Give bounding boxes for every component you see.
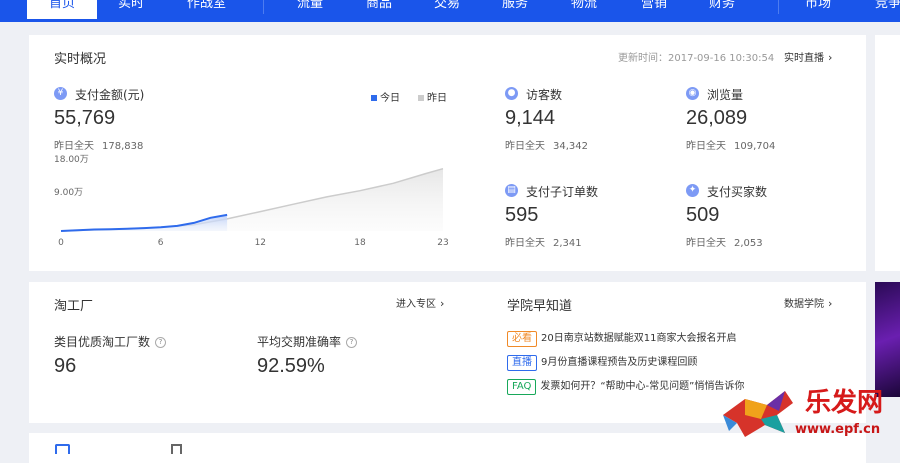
pay-amount-chart: 9.00万 18.00万 0 6 12 18 23 bbox=[54, 155, 449, 248]
pageviews-yesterday: 昨日全天 109,704 bbox=[686, 137, 775, 152]
yesterday-label: 昨日全天 bbox=[686, 238, 726, 249]
legend-label: 昨日 bbox=[427, 93, 447, 104]
pageviews-value: 26,089 bbox=[686, 107, 748, 129]
side-card bbox=[875, 35, 900, 271]
help-icon[interactable]: ? bbox=[155, 337, 167, 348]
delivery-accuracy-label: 平均交期准确率? bbox=[257, 333, 358, 350]
x-tick-label: 0 bbox=[58, 238, 64, 248]
buyers-icon: ✦ bbox=[686, 184, 699, 197]
realtime-title: 实时概况 bbox=[54, 52, 107, 67]
news-item[interactable]: FAQ 发票如何开？“帮助中心-常见问题”悄悄告诉你 bbox=[507, 377, 745, 395]
yesterday-value: 2,341 bbox=[553, 238, 582, 249]
live-link-label: 实时直播 bbox=[784, 53, 824, 64]
watermark-url: www.epf.cn bbox=[795, 422, 881, 437]
delivery-accuracy-label-text: 平均交期准确率 bbox=[257, 335, 342, 349]
chevron-right-icon: › bbox=[828, 297, 833, 310]
buyers-value: 509 bbox=[686, 204, 720, 226]
x-tick-label: 18 bbox=[354, 238, 366, 248]
nav-tab-logistics[interactable]: 物流 bbox=[571, 0, 597, 19]
nav-tab-realtime[interactable]: 实时 bbox=[118, 0, 144, 19]
sub-orders-label: 支付子订单数 bbox=[526, 185, 599, 199]
series-area-yesterday bbox=[61, 168, 443, 231]
news-tag: 直播 bbox=[507, 355, 537, 371]
news-tag: 必看 bbox=[507, 331, 537, 347]
nav-tab-traffic[interactable]: 流量 bbox=[297, 0, 323, 19]
delivery-accuracy-value: 92.59% bbox=[257, 355, 325, 377]
factory-enter-link[interactable]: 进入专区 › bbox=[396, 295, 444, 310]
update-time: 更新时间：2017-09-16 10:30:54 bbox=[618, 53, 775, 64]
nav-separator bbox=[778, 0, 779, 14]
legend-swatch bbox=[418, 95, 424, 101]
factory-count-label: 类目优质淘工厂数? bbox=[54, 333, 167, 350]
factory-link-label: 进入专区 bbox=[396, 299, 436, 310]
factory-count-value: 96 bbox=[54, 355, 77, 377]
x-tick-label: 6 bbox=[158, 238, 164, 248]
nav-tab-market[interactable]: 市场 bbox=[805, 0, 831, 19]
visitors-value: 9,144 bbox=[505, 107, 556, 129]
help-icon[interactable]: ? bbox=[346, 337, 358, 348]
bottom-tab-icon bbox=[171, 444, 182, 454]
yesterday-label: 昨日全天 bbox=[505, 238, 545, 249]
buyers-label: 支付买家数 bbox=[707, 185, 768, 199]
nav-tab-service[interactable]: 服务 bbox=[502, 0, 528, 19]
bottom-tab-icon bbox=[55, 444, 70, 454]
nav-tab-war-room[interactable]: 作战室 bbox=[187, 0, 226, 19]
yuan-icon: ¥ bbox=[54, 87, 67, 100]
visitors-yesterday: 昨日全天 34,342 bbox=[505, 137, 588, 152]
legend-yesterday[interactable]: 昨日 bbox=[418, 89, 447, 104]
nav-tab-home[interactable]: 首页 bbox=[27, 0, 97, 19]
nav-tab-finance[interactable]: 财务 bbox=[709, 0, 735, 19]
factory-title: 淘工厂 bbox=[54, 299, 94, 314]
sub-orders-yesterday: 昨日全天 2,341 bbox=[505, 234, 582, 249]
nav-separator bbox=[263, 0, 264, 14]
academy-title: 学院早知道 bbox=[507, 299, 573, 314]
nav-tab-marketing[interactable]: 营销 bbox=[641, 0, 667, 19]
visitors-label: 访客数 bbox=[526, 88, 563, 102]
nav-tab-label: 首页 bbox=[48, 0, 75, 11]
pay-amount-yesterday: 昨日全天 178,838 bbox=[54, 137, 143, 152]
order-icon: ▤ bbox=[505, 184, 518, 197]
academy-link-label: 数据学院 bbox=[784, 299, 824, 310]
news-text: 20日南京站数据赋能双11商家大会报名开启 bbox=[541, 333, 737, 344]
y-tick-label: 18.00万 bbox=[54, 155, 89, 165]
news-item[interactable]: 必看 20日南京站数据赋能双11商家大会报名开启 bbox=[507, 329, 737, 347]
news-item[interactable]: 直播 9月份直播课程预告及历史课程回顾 bbox=[507, 353, 698, 371]
factory-count-label-text: 类目优质淘工厂数 bbox=[54, 335, 151, 349]
news-text: 发票如何开？“帮助中心-常见问题”悄悄告诉你 bbox=[540, 381, 745, 392]
nav-tab-competition[interactable]: 竞争 bbox=[875, 0, 900, 19]
x-tick-label: 12 bbox=[255, 238, 266, 248]
chevron-right-icon: › bbox=[440, 297, 445, 310]
realtime-overview-card: 实时概况 更新时间：2017-09-16 10:30:54 实时直播 › ¥ 支付… bbox=[29, 35, 866, 271]
yesterday-label: 昨日全天 bbox=[505, 141, 545, 152]
x-tick-label: 23 bbox=[437, 238, 448, 248]
news-text: 9月份直播课程预告及历史课程回顾 bbox=[541, 357, 698, 368]
legend-swatch bbox=[371, 95, 377, 101]
eye-icon: ◉ bbox=[686, 87, 699, 100]
y-tick-label: 9.00万 bbox=[54, 188, 83, 198]
live-link[interactable]: 实时直播 › bbox=[784, 49, 832, 64]
pay-amount-value: 55,769 bbox=[54, 107, 116, 129]
watermark-brand: 乐发网 bbox=[805, 388, 884, 418]
buyers-yesterday: 昨日全天 2,053 bbox=[686, 234, 763, 249]
pay-amount-label: 支付金额(元) bbox=[75, 88, 145, 102]
yesterday-value: 2,053 bbox=[734, 238, 763, 249]
sub-orders-value: 595 bbox=[505, 204, 539, 226]
nav-tab-goods[interactable]: 商品 bbox=[366, 0, 392, 19]
legend-today[interactable]: 今日 bbox=[371, 89, 400, 104]
news-tag: FAQ bbox=[507, 379, 537, 395]
legend-label: 今日 bbox=[380, 93, 400, 104]
pageviews-label: 浏览量 bbox=[707, 88, 744, 102]
chevron-right-icon: › bbox=[828, 51, 833, 64]
watermark-logo bbox=[723, 391, 793, 437]
nav-tab-trade[interactable]: 交易 bbox=[434, 0, 460, 19]
top-nav: 首页 实时 作战室 流量 商品 交易 服务 物流 营销 财务 市场 竞争 bbox=[0, 0, 900, 22]
footprint-icon: ● bbox=[505, 87, 518, 100]
yesterday-value: 109,704 bbox=[734, 141, 776, 152]
academy-link[interactable]: 数据学院 › bbox=[784, 295, 832, 310]
yesterday-value: 34,342 bbox=[553, 141, 588, 152]
yesterday-label: 昨日全天 bbox=[686, 141, 726, 152]
watermark: 乐发网 www.epf.cn bbox=[715, 380, 900, 450]
